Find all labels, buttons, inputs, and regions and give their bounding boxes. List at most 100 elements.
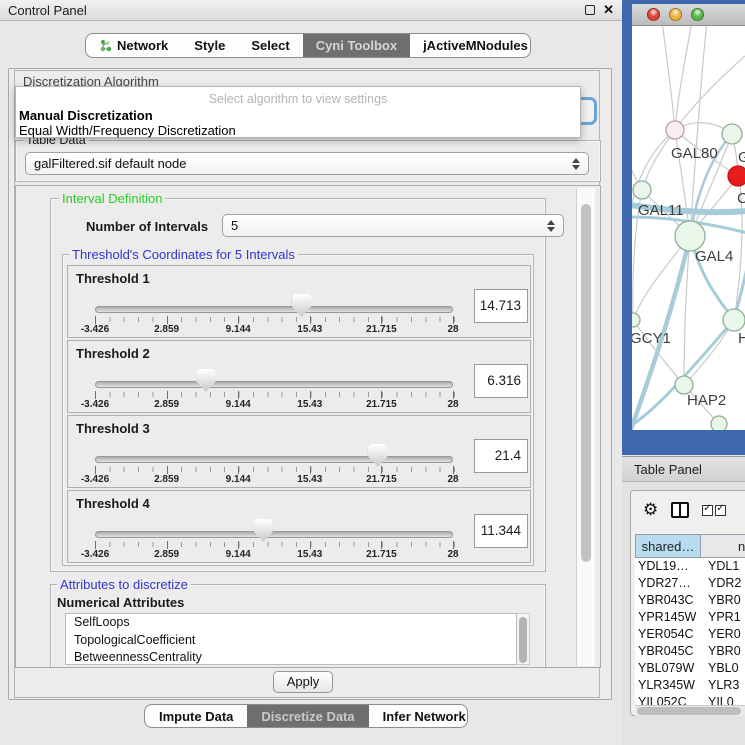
tab-infer-network[interactable]: Infer Network — [369, 705, 468, 727]
threshold-2-slider-track[interactable] — [95, 381, 453, 388]
tab-jactivemnodules[interactable]: jActiveMNodules — [410, 34, 531, 57]
node-label: GA — [738, 149, 745, 166]
threshold-4-slider-track[interactable] — [95, 531, 453, 538]
scrollbar-thumb[interactable] — [637, 707, 741, 715]
table-body: YDL19…YDL1YDR27…YDR2YBR043CYBR0YPR145WYP… — [635, 558, 745, 705]
column-header-name[interactable]: n — [701, 534, 745, 558]
algorithm-placeholder-option[interactable]: Select algorithm to view settings — [16, 92, 580, 106]
apply-button[interactable]: Apply — [273, 671, 333, 693]
threshold-3-slider-track[interactable] — [95, 456, 453, 463]
minimize-traffic-light-icon[interactable] — [669, 8, 682, 21]
threshold-1-panel: Threshold 1 -3.4262.8599.14415.4321.7152… — [67, 265, 531, 338]
settings-vertical-scrollbar[interactable] — [576, 188, 595, 666]
threshold-4-panel: Threshold 4 -3.4262.8599.14415.4321.7152… — [67, 490, 531, 563]
node-label: GCY1 — [632, 330, 671, 347]
checkbox-icon[interactable] — [702, 505, 713, 516]
table-horizontal-scrollbar[interactable] — [635, 705, 745, 716]
table-row[interactable]: YLR345WYLR3 — [635, 677, 745, 694]
table-row[interactable]: YBR045CYBR0 — [635, 643, 745, 660]
thresholds-group-label: Threshold's Coordinates for 5 Intervals — [69, 247, 298, 262]
close-traffic-light-icon[interactable] — [647, 8, 660, 21]
list-item[interactable]: TopologicalCoefficient — [66, 632, 516, 650]
table-panel-body: ⚙ shared… n YDL19…YDL1YDR27…YDR2YBR043CY… — [622, 482, 745, 745]
threshold-2-label: Threshold 2 — [76, 346, 150, 361]
threshold-2-value-field[interactable]: 6.316 — [474, 364, 528, 398]
threshold-3-label: Threshold 3 — [76, 421, 150, 436]
close-icon[interactable]: ✕ — [603, 5, 614, 15]
network-node[interactable] — [633, 181, 651, 199]
cyni-bottom-tabbar: Impute Data Discretize Data Infer Networ… — [144, 704, 468, 728]
gear-icon[interactable]: ⚙ — [643, 502, 658, 519]
attributes-list-scrollbar[interactable] — [517, 613, 530, 665]
threshold-1-value-field[interactable]: 14.713 — [474, 289, 528, 323]
threshold-2-slider-thumb[interactable] — [196, 369, 216, 392]
checkbox-icon[interactable] — [715, 505, 726, 516]
network-window-titlebar — [632, 4, 745, 26]
slider-minor-ticks — [95, 392, 455, 397]
algorithm-option-equal-width[interactable]: Equal Width/Frequency Discretization — [19, 123, 236, 138]
attributes-group-label: Attributes to discretize — [57, 577, 191, 592]
table-row[interactable]: YBR043CYBR0 — [635, 592, 745, 609]
network-node[interactable] — [632, 313, 640, 327]
algorithm-dropdown-popup: Select algorithm to view settings Manual… — [15, 86, 581, 138]
node-label: HAP2 — [687, 392, 726, 409]
network-node[interactable] — [728, 166, 745, 186]
threshold-1-slider-thumb[interactable] — [292, 294, 312, 317]
threshold-4-value-field[interactable]: 11.344 — [474, 514, 528, 548]
table-row[interactable]: YIL052CYIL0 — [635, 694, 745, 705]
column-select-icons[interactable] — [702, 505, 726, 516]
slider-minor-ticks — [95, 317, 455, 322]
tab-discretize-data[interactable]: Discretize Data — [247, 705, 368, 727]
tab-network[interactable]: Network — [86, 34, 181, 57]
slider-minor-ticks — [95, 542, 455, 547]
number-of-intervals-combobox[interactable]: 5 — [222, 214, 564, 237]
float-window-icon[interactable] — [585, 5, 595, 15]
split-panel-icon[interactable] — [671, 502, 689, 518]
scrollbar-thumb[interactable] — [581, 204, 591, 562]
node-label: GAL80 — [671, 145, 718, 162]
threshold-4-slider-thumb[interactable] — [253, 519, 273, 542]
node-label: C — [737, 190, 745, 207]
numerical-attributes-label: Numerical Attributes — [57, 595, 184, 610]
settings-scroll-panel: Interval Definition Number of Intervals … — [15, 185, 601, 668]
thresholds-group: Threshold's Coordinates for 5 Intervals … — [62, 254, 534, 566]
tab-select[interactable]: Select — [238, 34, 302, 57]
window-title: Control Panel — [8, 3, 87, 18]
tab-impute-data[interactable]: Impute Data — [145, 705, 247, 727]
threshold-3-slider-thumb[interactable] — [368, 444, 388, 467]
zoom-traffic-light-icon[interactable] — [691, 8, 704, 21]
network-node[interactable] — [723, 309, 745, 331]
node-table-container: ⚙ shared… n YDL19…YDL1YDR27…YDR2YBR043CY… — [630, 490, 745, 716]
algorithm-option-manual[interactable]: Manual Discretization — [19, 108, 153, 123]
table-panel-titlebar: Table Panel — [622, 456, 745, 482]
network-view-window: GAL80GACGAL11GAL4GCY1HHAP2 — [622, 0, 745, 455]
column-header-shared-name[interactable]: shared… — [635, 534, 701, 558]
combobox-spinner-icon — [572, 158, 580, 170]
table-row[interactable]: YDL19…YDL1 — [635, 558, 745, 575]
threshold-1-slider-track[interactable] — [95, 306, 453, 313]
network-node[interactable] — [666, 121, 684, 139]
list-item[interactable]: SelfLoops — [66, 614, 516, 632]
table-panel-title: Table Panel — [634, 462, 702, 477]
list-item[interactable]: BetweennessCentrality — [66, 649, 516, 665]
threshold-3-panel: Threshold 3 -3.4262.8599.14415.4321.7152… — [67, 415, 531, 488]
table-row[interactable]: YBL079WYBL0 — [635, 660, 745, 677]
number-of-intervals-value: 5 — [231, 218, 238, 233]
network-node[interactable] — [675, 221, 705, 251]
network-node[interactable] — [711, 416, 727, 430]
network-node[interactable] — [722, 124, 742, 144]
table-row[interactable]: YDR27…YDR2 — [635, 575, 745, 592]
tab-cyni-toolbox[interactable]: Cyni Toolbox — [303, 34, 410, 57]
table-row[interactable]: YER054CYER0 — [635, 626, 745, 643]
table-row[interactable]: YPR145WYPR1 — [635, 609, 745, 626]
node-label: H — [738, 330, 745, 347]
combobox-spinner-icon — [547, 220, 555, 232]
table-data-combobox[interactable]: galFiltered.sif default node — [25, 152, 589, 175]
numerical-attributes-list: SelfLoopsTopologicalCoefficientBetweenne… — [65, 613, 517, 665]
tab-style[interactable]: Style — [181, 34, 238, 57]
threshold-3-value-field[interactable]: 21.4 — [474, 439, 528, 473]
network-canvas[interactable]: GAL80GACGAL11GAL4GCY1HHAP2 — [632, 26, 745, 430]
threshold-4-label: Threshold 4 — [76, 496, 150, 511]
control-panel-tabbar: Network Style Select Cyni Toolbox jActiv… — [85, 33, 531, 58]
table-toolbar: ⚙ — [631, 495, 745, 525]
